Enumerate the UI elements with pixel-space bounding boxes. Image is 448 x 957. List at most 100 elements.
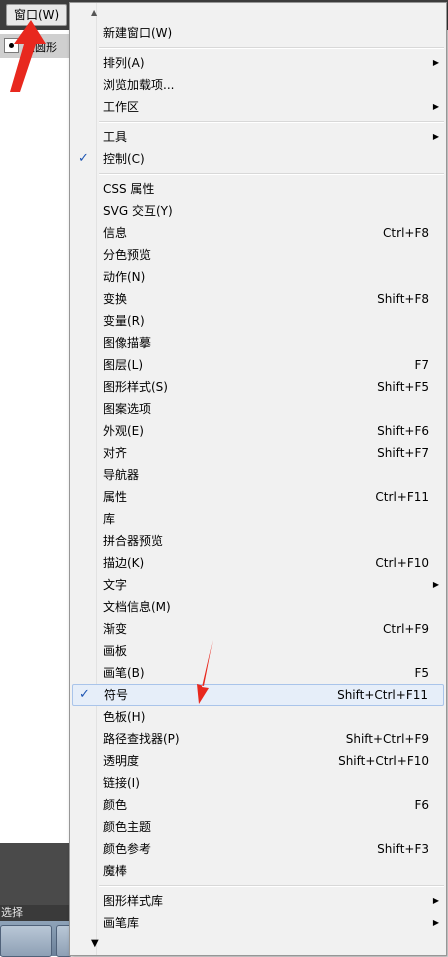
menu-item[interactable]: 文字 ▶ xyxy=(70,574,446,596)
menu-item-label: 变量(R) xyxy=(103,314,145,328)
submenu-arrow-icon: ▶ xyxy=(432,896,439,905)
menu-item-label: SVG 交互(Y) xyxy=(103,204,173,218)
menu-item-label: 魔棒 xyxy=(103,864,128,878)
menu-item-label: 图案选项 xyxy=(103,402,152,416)
window-menu-button[interactable]: 窗口(W) xyxy=(6,4,68,26)
menu-separator xyxy=(99,885,444,887)
menu-item[interactable]: 导航器 xyxy=(70,464,446,486)
menu-item[interactable]: 分色预览 xyxy=(70,244,446,266)
menu-item[interactable]: 图层(L) F7 xyxy=(70,354,446,376)
menu-item-shortcut: F5 xyxy=(414,666,429,680)
checkmark-icon: ✓ xyxy=(79,687,90,702)
taskbar-button[interactable] xyxy=(0,925,52,957)
menu-item-label: 透明度 xyxy=(103,754,140,768)
menu-item-shortcut: F6 xyxy=(414,798,429,812)
menu-item[interactable]: 库 xyxy=(70,508,446,530)
status-text: 选择 xyxy=(1,906,23,919)
menu-item[interactable]: 工具 ▶ xyxy=(70,126,446,148)
menu-item-label: 排列(A) xyxy=(103,56,145,70)
menu-item[interactable]: 浏览加载项... xyxy=(70,74,446,96)
menu-item-shortcut: Shift+F8 xyxy=(377,292,429,306)
point-shape-button[interactable] xyxy=(4,38,19,53)
menu-item-label: 色板(H) xyxy=(103,710,146,724)
menu-item-label: 库 xyxy=(103,512,116,526)
menu-separator xyxy=(99,121,444,123)
menu-item-label: 分色预览 xyxy=(103,248,152,262)
menu-item[interactable]: 魔棒 xyxy=(70,860,446,882)
menu-item[interactable]: 图形样式库 ▶ xyxy=(70,890,446,912)
menu-item[interactable]: 动作(N) xyxy=(70,266,446,288)
menu-item-label: CSS 属性 xyxy=(103,182,155,196)
menu-item[interactable]: 画板 xyxy=(70,640,446,662)
menu-item[interactable]: 工作区 ▶ xyxy=(70,96,446,118)
menu-item-label: 控制(C) xyxy=(103,152,145,166)
menu-item[interactable]: 对齐 Shift+F7 xyxy=(70,442,446,464)
menu-separator xyxy=(99,173,444,175)
menu-item[interactable]: 拼合器预览 xyxy=(70,530,446,552)
menu-item-label: 外观(E) xyxy=(103,424,144,438)
menu-item-label: 路径查找器(P) xyxy=(103,732,180,746)
taskbar xyxy=(0,921,72,957)
menu-item[interactable]: 渐变 Ctrl+F9 xyxy=(70,618,446,640)
menu-item[interactable]: 描边(K) Ctrl+F10 xyxy=(70,552,446,574)
menu-item-label: 工作区 xyxy=(103,100,140,114)
menu-separator xyxy=(99,47,444,49)
menu-item-label: 导航器 xyxy=(103,468,140,482)
menu-item[interactable]: 文档信息(M) xyxy=(70,596,446,618)
menu-item[interactable]: 图像描摹 xyxy=(70,332,446,354)
menu-item[interactable]: 画笔库 ▶ xyxy=(70,912,446,934)
menu-item-label: 描边(K) xyxy=(103,556,145,570)
menu-item-shortcut: F7 xyxy=(414,358,429,372)
menu-item[interactable]: 信息 Ctrl+F8 xyxy=(70,222,446,244)
menu-item-shortcut: Shift+F7 xyxy=(377,446,429,460)
menu-item-shortcut: Shift+Ctrl+F9 xyxy=(345,732,429,746)
menu-item-label: 符号 xyxy=(104,688,129,702)
submenu-arrow-icon: ▶ xyxy=(432,132,439,141)
scroll-down-arrow-icon[interactable]: ▼ xyxy=(70,935,446,953)
menu-item-label: 渐变 xyxy=(103,622,128,636)
menu-item[interactable]: 透明度 Shift+Ctrl+F10 xyxy=(70,750,446,772)
menu-item[interactable]: 颜色 F6 xyxy=(70,794,446,816)
artboard-canvas[interactable] xyxy=(0,58,70,843)
menu-item-label: 拼合器预览 xyxy=(103,534,164,548)
menu-item[interactable]: 图形样式(S) Shift+F5 xyxy=(70,376,446,398)
checkmark-icon: ✓ xyxy=(78,151,89,166)
menu-item[interactable]: 颜色参考 Shift+F3 xyxy=(70,838,446,860)
menu-item[interactable]: 新建窗口(W) xyxy=(70,22,446,44)
scroll-up-arrow-icon[interactable]: ▲ xyxy=(70,5,446,21)
menu-item[interactable]: 外观(E) Shift+F6 xyxy=(70,420,446,442)
menu-item-label: 颜色参考 xyxy=(103,842,152,856)
submenu-arrow-icon: ▶ xyxy=(432,102,439,111)
menu-item-label: 浏览加载项... xyxy=(103,78,175,92)
menu-item-shortcut: Ctrl+F8 xyxy=(383,226,429,240)
menu-item-label: 对齐 xyxy=(103,446,128,460)
menu-item[interactable]: 属性 Ctrl+F11 xyxy=(70,486,446,508)
menu-item[interactable]: 图案选项 xyxy=(70,398,446,420)
menu-item[interactable]: CSS 属性 xyxy=(70,178,446,200)
menu-item-label: 颜色主题 xyxy=(103,820,152,834)
submenu-arrow-icon: ▶ xyxy=(432,918,439,927)
menu-item-label: 颜色 xyxy=(103,798,128,812)
menu-item[interactable]: 路径查找器(P) Shift+Ctrl+F9 xyxy=(70,728,446,750)
menu-item[interactable]: 变换 Shift+F8 xyxy=(70,288,446,310)
menu-item[interactable]: 画笔(B) F5 xyxy=(70,662,446,684)
menu-item-label: 链接(I) xyxy=(103,776,140,790)
menu-item[interactable]: 变量(R) xyxy=(70,310,446,332)
submenu-arrow-icon: ▶ xyxy=(432,580,439,589)
control-bar-label: 点圆形 xyxy=(24,41,57,54)
menu-item-shortcut: Ctrl+F9 xyxy=(383,622,429,636)
menu-item-label: 工具 xyxy=(103,130,128,144)
menu-item[interactable]: 颜色主题 xyxy=(70,816,446,838)
submenu-arrow-icon: ▶ xyxy=(432,58,439,67)
menu-item[interactable]: 链接(I) xyxy=(70,772,446,794)
menu-item[interactable]: SVG 交互(Y) xyxy=(70,200,446,222)
menu-item-label: 动作(N) xyxy=(103,270,146,284)
menu-item[interactable]: 色板(H) xyxy=(70,706,446,728)
menu-item[interactable]: ✓ 控制(C) xyxy=(70,148,446,170)
menu-item[interactable]: ✓ 符号 Shift+Ctrl+F11 xyxy=(72,684,444,706)
menu-item[interactable]: 排列(A) ▶ xyxy=(70,52,446,74)
menu-item-shortcut: Shift+F3 xyxy=(377,842,429,856)
menu-item-label: 文档信息(M) xyxy=(103,600,171,614)
menu-item-shortcut: Shift+Ctrl+F10 xyxy=(338,754,429,768)
menu-item-label: 新建窗口(W) xyxy=(103,26,173,40)
